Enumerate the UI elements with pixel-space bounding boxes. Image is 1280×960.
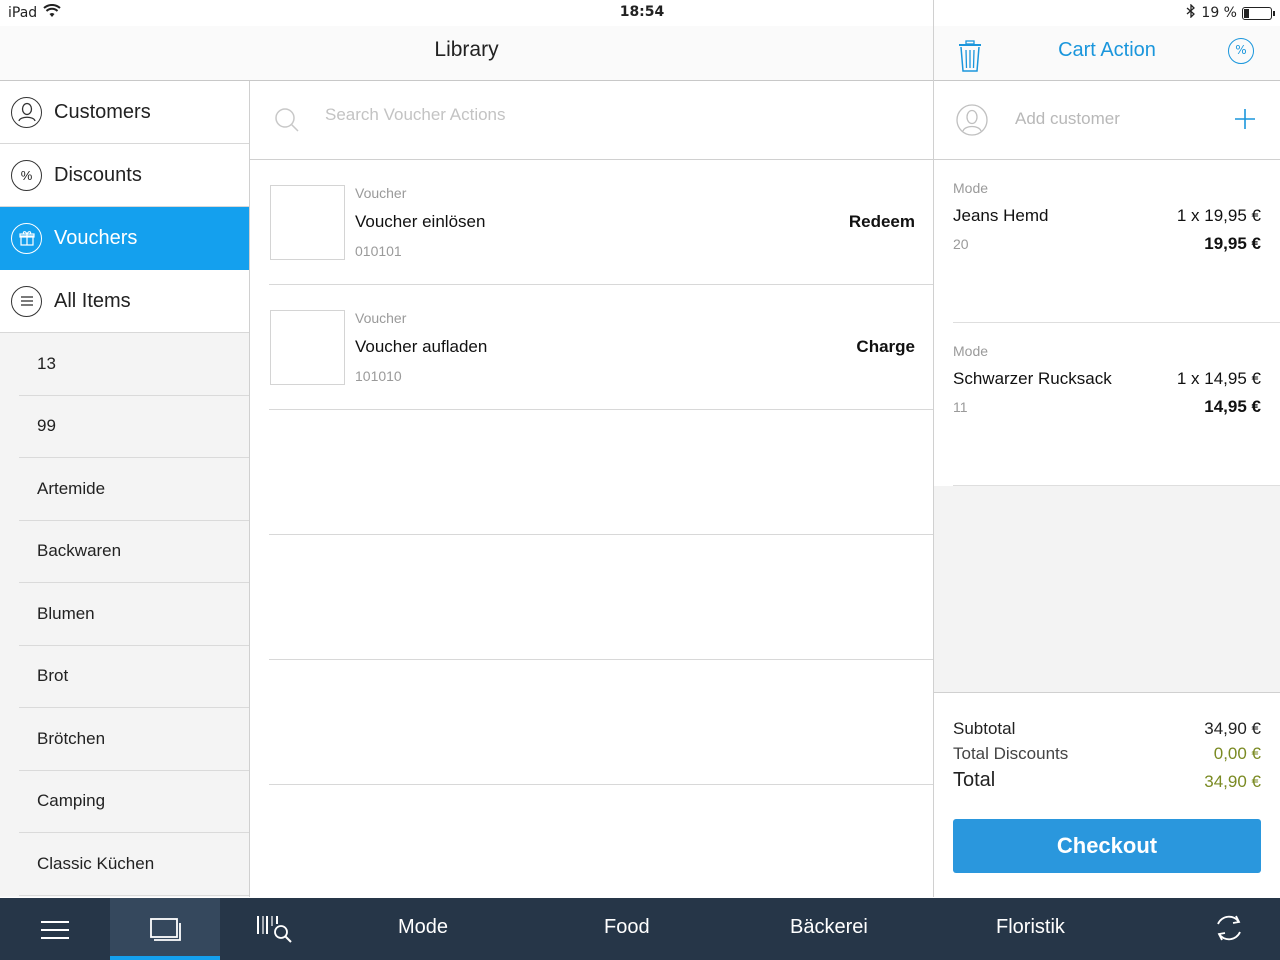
gift-icon: [11, 222, 42, 254]
customer-icon: [11, 96, 42, 128]
category-item[interactable]: Brot: [19, 646, 249, 708]
library-tab[interactable]: [110, 898, 220, 960]
discount-icon: %: [11, 159, 42, 191]
voucher-thumbnail: [270, 310, 345, 385]
hamburger-menu-icon[interactable]: [40, 920, 70, 944]
tab-baeckerei[interactable]: Bäckerei: [790, 916, 868, 939]
category-item[interactable]: Blumen: [19, 583, 249, 646]
category-item[interactable]: 99: [19, 396, 249, 458]
tab-food[interactable]: Food: [604, 916, 650, 939]
item-category: Mode: [953, 180, 989, 196]
total-row: Total 34,90 €: [953, 769, 1261, 792]
category-item[interactable]: 13: [19, 333, 249, 396]
sidebar-item-label: Discounts: [54, 163, 142, 186]
category-item[interactable]: Brötchen: [19, 708, 249, 771]
sidebar-item-all-items[interactable]: All Items: [0, 270, 249, 333]
bottom-bar: Mode Food Bäckerei Floristik: [0, 898, 1280, 960]
total-label: Total: [953, 769, 996, 791]
plus-icon[interactable]: [1234, 100, 1256, 138]
sync-icon[interactable]: [1213, 912, 1245, 948]
checkout-button[interactable]: Checkout: [953, 819, 1261, 873]
item-qty-price: 1 x 19,95 €: [1176, 206, 1261, 225]
discounts-label: Total Discounts: [953, 744, 1069, 763]
discounts-value: 0,00 €: [1213, 744, 1261, 763]
voucher-category: Voucher: [355, 185, 407, 201]
item-total: 14,95 €: [1204, 397, 1261, 416]
empty-row: [269, 535, 933, 660]
voucher-code: 101010: [355, 368, 402, 384]
category-item[interactable]: Artemide: [19, 458, 249, 521]
list-item[interactable]: Voucher Voucher einlösen 010101 Redeem: [269, 160, 933, 285]
category-item[interactable]: Classic Küchen: [19, 833, 249, 896]
sidebar-item-label: Customers: [54, 100, 151, 123]
charge-action[interactable]: Charge: [856, 337, 915, 357]
sidebar-item-vouchers[interactable]: Vouchers: [0, 207, 249, 270]
tab-floristik[interactable]: Floristik: [996, 916, 1065, 939]
item-sku: 20: [953, 236, 969, 252]
empty-row: [269, 410, 933, 535]
battery-icon: [1242, 6, 1275, 20]
total-value: 34,90 €: [1204, 772, 1261, 791]
cart-empty-area: [934, 486, 1280, 692]
redeem-action[interactable]: Redeem: [849, 212, 915, 232]
voucher-name: Voucher aufladen: [355, 337, 488, 356]
empty-row: [269, 660, 933, 785]
category-item[interactable]: Camping: [19, 771, 249, 833]
tab-mode[interactable]: Mode: [398, 916, 448, 939]
library-header: Library: [0, 26, 933, 81]
subtotal-value: 34,90 €: [1204, 719, 1261, 738]
item-name: Jeans Hemd: [953, 206, 1049, 225]
status-bar: iPad 18:54 19 %: [0, 0, 1280, 26]
item-qty-price: 1 x 14,95 €: [1176, 369, 1261, 388]
barcode-search-icon[interactable]: [256, 914, 294, 948]
customer-avatar-icon: [956, 104, 988, 140]
sidebar-divider: [249, 81, 250, 897]
category-item[interactable]: Backwaren: [19, 521, 249, 583]
voucher-name: Voucher einlösen: [355, 212, 486, 231]
status-right: 19 %: [1186, 3, 1275, 22]
voucher-list: Voucher Voucher einlösen 010101 Redeem V…: [269, 160, 933, 785]
list-icon: [11, 285, 42, 317]
cart-items: Mode Jeans Hemd 1 x 19,95 € 20 19,95 € M…: [953, 160, 1280, 486]
item-total: 19,95 €: [1204, 234, 1261, 253]
sidebar-item-label: Vouchers: [54, 226, 138, 249]
add-customer-row[interactable]: Add customer: [934, 81, 1280, 160]
voucher-thumbnail: [270, 185, 345, 260]
discounts-row: Total Discounts 0,00 €: [953, 744, 1261, 764]
cart-line-item[interactable]: Mode Jeans Hemd 1 x 19,95 € 20 19,95 €: [953, 160, 1280, 323]
add-customer-label: Add customer: [1015, 109, 1120, 128]
bluetooth-icon: [1186, 3, 1196, 22]
subtotal-row: Subtotal 34,90 €: [953, 719, 1261, 739]
voucher-category: Voucher: [355, 310, 407, 326]
category-list: 13 99 Artemide Backwaren Blumen Brot Brö…: [0, 333, 249, 896]
sidebar-item-discounts[interactable]: % Discounts: [0, 144, 249, 207]
subtotal-label: Subtotal: [953, 719, 1016, 738]
sidebar-item-customers[interactable]: Customers: [0, 81, 249, 144]
item-sku: 11: [953, 399, 968, 415]
search-bar: [250, 81, 933, 160]
list-item[interactable]: Voucher Voucher aufladen 101010 Charge: [269, 285, 933, 410]
item-category: Mode: [953, 343, 989, 359]
voucher-code: 010101: [355, 243, 402, 259]
discount-percent-icon[interactable]: %: [1228, 38, 1254, 64]
battery-percent: 19 %: [1201, 5, 1237, 21]
cart-header: Cart Action %: [934, 26, 1280, 81]
cart-line-item[interactable]: Mode Schwarzer Rucksack 1 x 14,95 € 11 1…: [953, 323, 1280, 486]
search-icon: [274, 107, 300, 137]
cart-totals: Subtotal 34,90 € Total Discounts 0,00 € …: [934, 692, 1280, 897]
sidebar: Customers % Discounts Vouchers All Items…: [0, 81, 249, 897]
search-input[interactable]: [325, 105, 885, 125]
library-title: Library: [434, 38, 499, 61]
sidebar-item-label: All Items: [54, 289, 131, 312]
item-name: Schwarzer Rucksack: [953, 369, 1112, 388]
status-time: 18:54: [619, 4, 665, 20]
screens-icon: [150, 918, 182, 946]
